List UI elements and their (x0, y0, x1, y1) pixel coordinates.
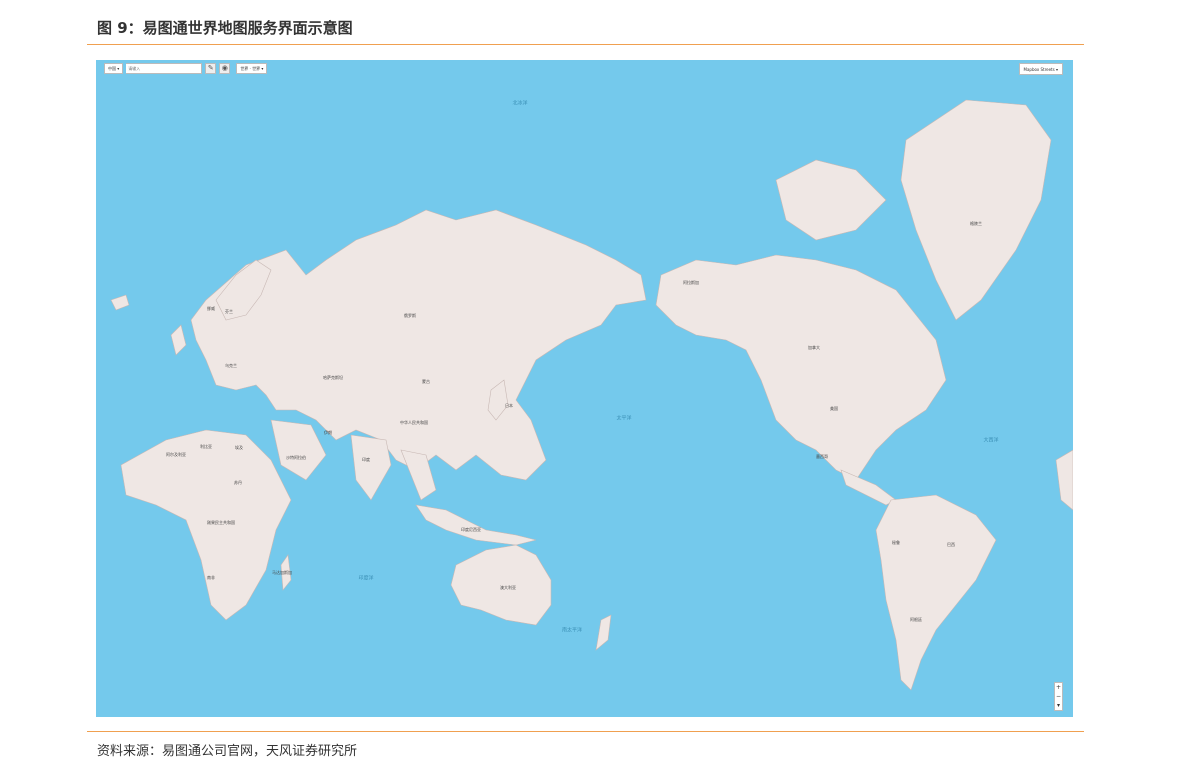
region-select[interactable]: 中国 ▾ (104, 63, 124, 74)
eurasia-landmass (190, 209, 647, 481)
label-canada: 加拿大 (808, 345, 820, 350)
map-viewport[interactable]: 俄罗斯 哈萨克斯坦 蒙古 中华人民共和国 印度 伊朗 沙特阿拉伯 加拿大 美国 … (96, 60, 1073, 717)
label-china: 中华人民共和国 (400, 420, 428, 425)
title-rule (87, 44, 1084, 45)
label-egypt: 埃及 (235, 445, 243, 450)
zoom-in-button[interactable]: + (1056, 683, 1061, 692)
figure-title: 图 9：易图通世界地图服务界面示意图 (97, 19, 353, 37)
locate-icon[interactable]: ◉ (219, 63, 231, 74)
ocean-label-indian: 印度洋 (358, 575, 374, 582)
zoom-control: + − ▾ (1054, 682, 1063, 711)
label-mexico: 墨西哥 (816, 454, 828, 459)
label-ukraine: 乌克兰 (225, 363, 237, 368)
label-algeria: 阿尔及利亚 (166, 452, 186, 457)
greenland (900, 99, 1052, 321)
label-indonesia: 印度尼西亚 (461, 527, 481, 532)
figure-source: 资料来源：易图通公司官网，天风证券研究所 (97, 744, 358, 759)
label-peru: 秘鲁 (892, 540, 900, 545)
arabia (270, 419, 327, 481)
label-mongolia: 蒙古 (422, 379, 430, 384)
label-south-africa: 南非 (207, 575, 215, 580)
ocean-label-pacific: 太平洋 (616, 415, 632, 422)
label-sudan: 苏丹 (234, 480, 242, 485)
label-iran: 伊朗 (324, 430, 332, 435)
ocean-label-arctic: 北冰洋 (512, 100, 528, 107)
india (350, 434, 392, 501)
africa (120, 429, 292, 621)
label-alaska: 阿拉斯加 (683, 280, 699, 285)
label-kazakhstan: 哈萨克斯坦 (323, 375, 343, 380)
label-brazil: 巴西 (947, 542, 955, 547)
label-saudi: 沙特阿拉伯 (286, 455, 306, 460)
label-libya: 利比亚 (200, 444, 212, 449)
label-russia: 俄罗斯 (404, 313, 416, 318)
iceland (110, 294, 130, 311)
label-greenland: 格陵兰 (970, 221, 982, 226)
source-rule (87, 731, 1084, 732)
zoom-reset-button[interactable]: ▾ (1057, 701, 1060, 710)
north-america (655, 254, 947, 481)
world-select[interactable]: 世界 · 世界 ▾ (236, 63, 268, 74)
central-america (840, 469, 897, 506)
new-zealand (595, 614, 612, 651)
basemap-select[interactable]: Mapbox Streets ▾ (1018, 63, 1063, 75)
south-america (875, 494, 997, 691)
land-layer (110, 99, 1073, 691)
label-norway: 挪威 (207, 306, 215, 311)
map-toolbar: 中国 ▾ ✎ ◉ 世界 · 世界 ▾ (104, 63, 268, 74)
british-isles (170, 324, 187, 356)
ocean-label-south-pacific: 南太平洋 (561, 627, 583, 634)
label-australia: 澳大利亚 (500, 585, 516, 590)
label-usa: 美国 (830, 406, 838, 411)
label-madagascar: 马达加斯加 (272, 570, 292, 575)
label-drc: 刚果民主共和国 (207, 520, 235, 525)
indonesia (415, 504, 537, 546)
zoom-out-button[interactable]: − (1056, 692, 1061, 701)
search-input[interactable] (126, 63, 203, 74)
label-japan: 日本 (505, 403, 513, 408)
ocean-label-atlantic: 大西洋 (983, 437, 999, 444)
africa-wrap (1055, 449, 1073, 511)
label-india: 印度 (362, 457, 370, 462)
arctic-islands (775, 159, 887, 241)
label-argentina: 阿根廷 (910, 617, 922, 622)
layer-icon[interactable]: ✎ (205, 63, 217, 74)
label-finland: 芬兰 (225, 309, 233, 314)
